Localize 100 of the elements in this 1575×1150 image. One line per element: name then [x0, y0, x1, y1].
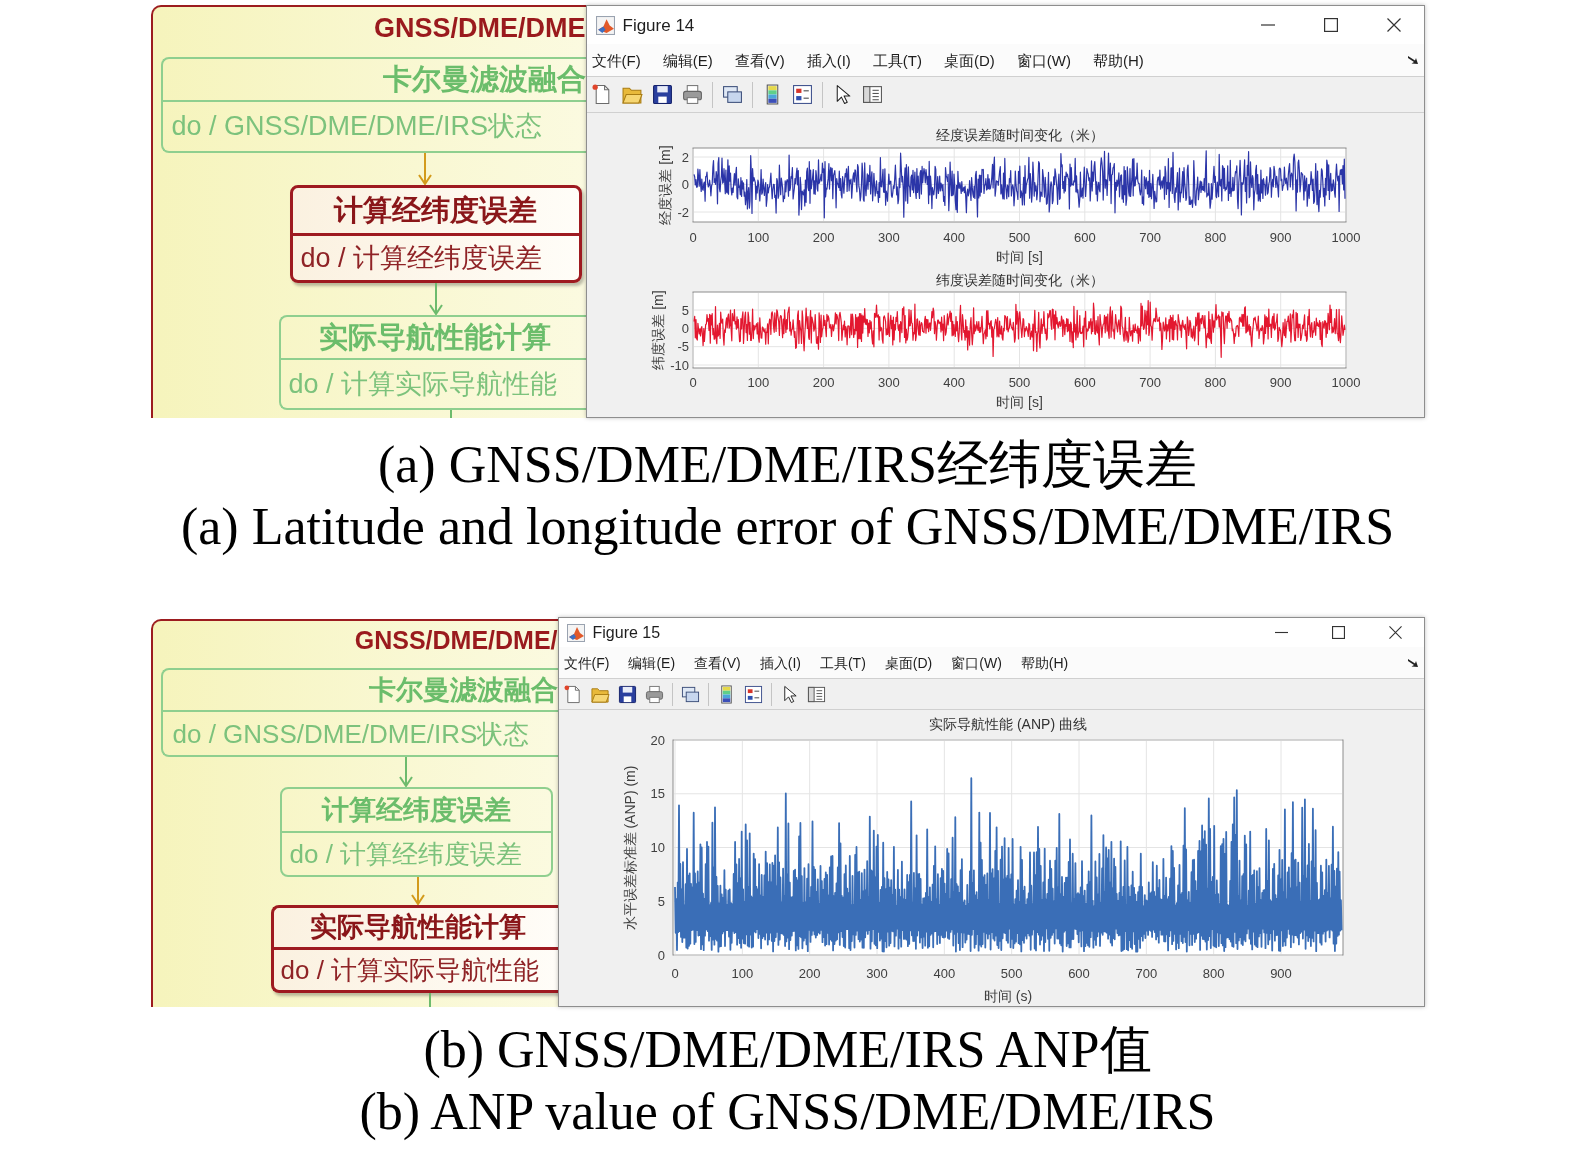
save-icon[interactable]: [651, 84, 673, 105]
print-icon[interactable]: [644, 684, 664, 704]
tick-label: 700: [1138, 374, 1161, 390]
menu-item[interactable]: 工具(T): [819, 655, 866, 670]
tick-label: 10: [650, 840, 665, 855]
tick-label: 0: [688, 374, 697, 390]
transition-line: [448, 410, 453, 418]
tick-label: 0: [657, 947, 665, 963]
figure-caption: (a) Latitude and longitude error of GNSS/DME/DME/IRS: [180, 497, 1395, 557]
tick-label: 400: [933, 965, 955, 981]
state-action: do / 计算经纬度误差: [288, 838, 524, 871]
tick-label: 15: [650, 786, 665, 802]
close-icon[interactable]: [1388, 626, 1402, 639]
tick-label: 700: [1135, 965, 1157, 981]
superstate-title: GNSS/DME/DME/: [354, 628, 558, 653]
window-stack-icon[interactable]: [721, 84, 743, 105]
window-title: Figure 14: [622, 16, 695, 34]
tick-label: 300: [877, 374, 900, 390]
state-action: do / GNSS/DME/DME/IRS状态: [171, 717, 531, 751]
tick-label: 900: [1269, 229, 1292, 245]
close-icon[interactable]: [1386, 18, 1401, 32]
dock-arrow-icon[interactable]: [1407, 56, 1418, 64]
chart-title: 纬度误差随时间变化（米）: [935, 272, 1103, 288]
new-file-icon[interactable]: [563, 684, 583, 704]
peak-logo-icon: [566, 623, 585, 642]
menu-item[interactable]: 编辑(E): [662, 52, 713, 68]
tick-label: 600: [1067, 965, 1090, 981]
menu-item[interactable]: 工具(T): [872, 52, 922, 68]
axis-title: 经度误差 [m]: [656, 145, 673, 225]
save-icon[interactable]: [617, 684, 637, 704]
axis-title: 纬度误差 [m]: [649, 290, 666, 370]
tick-label: 700: [1138, 229, 1161, 245]
state-name: 卡尔曼滤波融合: [162, 59, 586, 102]
dock-arrow-icon[interactable]: [1407, 658, 1418, 667]
state-action: do / 计算实际导航性能: [279, 954, 541, 987]
tick-label: 300: [877, 229, 900, 245]
menu-item[interactable]: 窗口(W): [951, 655, 1002, 670]
tick-label: 600: [1073, 229, 1096, 245]
axis-title: 时间 (s): [983, 988, 1032, 1004]
tick-label: 5: [657, 893, 665, 909]
tick-label: -2: [676, 204, 689, 220]
legend-icon[interactable]: [791, 84, 813, 105]
tick-label: 900: [1269, 374, 1292, 390]
window-title: Figure 15: [592, 624, 661, 641]
tick-label: 300: [865, 965, 888, 981]
legend-icon[interactable]: [743, 684, 763, 704]
maximize-icon[interactable]: [1323, 18, 1338, 32]
state-name: 计算经纬度误差: [292, 188, 579, 236]
property-panel-icon[interactable]: [861, 84, 883, 105]
menu-item[interactable]: 帮助(H): [1020, 655, 1069, 670]
menu-item[interactable]: 文件(F): [591, 52, 641, 68]
tick-label: 500: [1008, 229, 1030, 245]
print-icon[interactable]: [681, 84, 703, 105]
tick-label: 600: [1073, 374, 1096, 390]
figure-caption: (a) GNSS/DME/DME/IRS经纬度误差: [377, 435, 1197, 495]
menu-item[interactable]: 插入(I): [806, 52, 851, 68]
maximize-icon[interactable]: [1331, 626, 1345, 639]
menu-item[interactable]: 桌面(D): [884, 655, 933, 670]
state-name: 计算经纬度误差: [281, 789, 551, 833]
state-action: do / 计算经纬度误差: [299, 241, 544, 275]
tick-label: 800: [1204, 374, 1226, 390]
tick-label: 100: [746, 374, 769, 390]
tick-label: -5: [676, 339, 689, 355]
property-panel-icon[interactable]: [806, 684, 826, 704]
figure-caption: (b) GNSS/DME/DME/IRS ANP值: [423, 1020, 1152, 1080]
state-name: 卡尔曼滤波融合: [162, 670, 558, 712]
state-action: do / 计算实际导航性能: [287, 367, 559, 401]
tick-label: 20: [650, 732, 665, 748]
menu-item[interactable]: 帮助(H): [1092, 52, 1144, 68]
transition-arrow: [397, 757, 414, 787]
tick-label: 1000: [1331, 374, 1360, 390]
chart-title: 实际导航性能 (ANP) 曲线: [928, 716, 1087, 732]
window-stack-icon[interactable]: [680, 684, 700, 704]
tick-label: 0: [681, 320, 689, 336]
axis-title: 水平误差标准差 (ANP) (m): [621, 765, 638, 931]
transition-line: [427, 993, 432, 1007]
menu-item[interactable]: 桌面(D): [944, 52, 995, 68]
menu-item[interactable]: 文件(F): [563, 655, 610, 670]
menu-item[interactable]: 查看(V): [694, 655, 741, 670]
peak-logo-icon: [595, 15, 615, 35]
axis-title: 时间 [s]: [995, 249, 1043, 265]
menu-item[interactable]: 编辑(E): [628, 655, 676, 670]
tick-label: 5: [681, 302, 689, 318]
state-name: 实际导航性能计算: [273, 908, 558, 950]
tick-label: 0: [670, 965, 679, 981]
tick-label: 100: [731, 965, 753, 981]
tick-label: 200: [812, 374, 834, 390]
transition-arrow: [427, 283, 444, 315]
tick-label: -10: [669, 357, 689, 373]
tick-label: 500: [1000, 965, 1022, 981]
tick-label: 200: [812, 229, 834, 245]
menu-item[interactable]: 查看(V): [734, 52, 785, 68]
tick-label: 100: [746, 229, 769, 245]
tick-label: 400: [942, 374, 965, 390]
tick-label: 0: [688, 229, 697, 245]
tick-label: 800: [1204, 229, 1226, 245]
tick-label: 500: [1008, 374, 1030, 390]
tick-label: 800: [1202, 965, 1224, 981]
menu-item[interactable]: 窗口(W): [1016, 52, 1071, 68]
menu-item[interactable]: 插入(I): [759, 655, 801, 670]
